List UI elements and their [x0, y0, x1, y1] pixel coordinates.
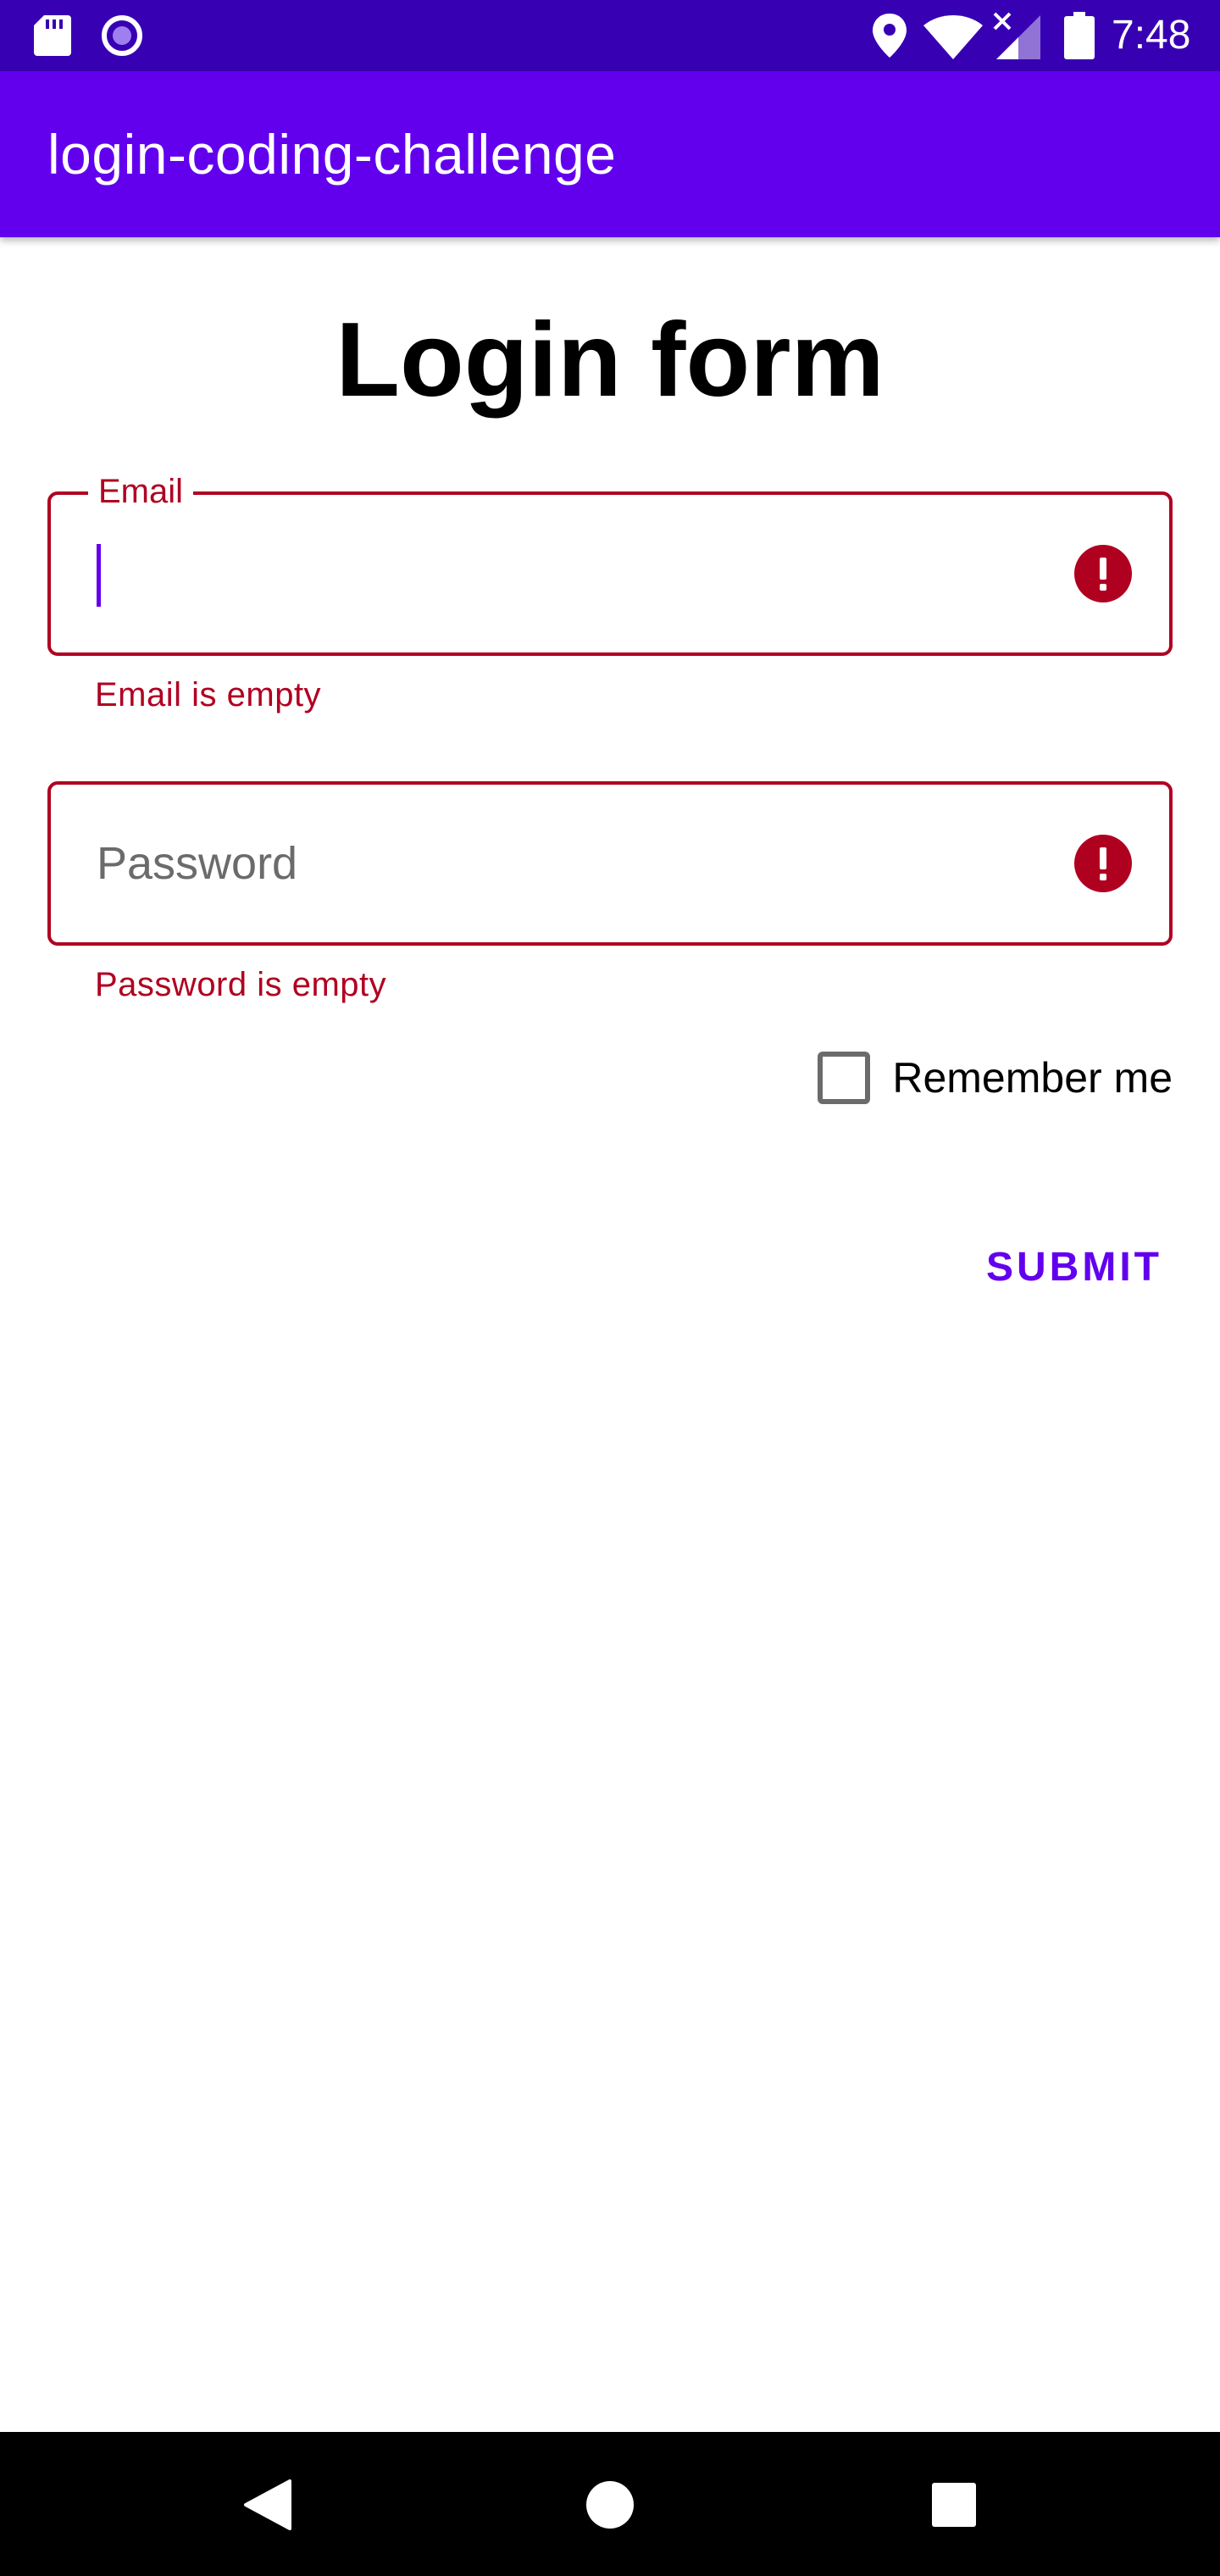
email-field[interactable]: Email — [47, 468, 1173, 656]
status-bar: 7:48 — [0, 0, 1220, 71]
back-icon[interactable] — [241, 2478, 295, 2532]
radio-icon — [102, 15, 142, 56]
battery-icon — [1064, 12, 1095, 59]
password-field[interactable]: Password — [47, 781, 1173, 946]
page-title: Login form — [336, 302, 884, 419]
app-bar: login-coding-challenge — [0, 71, 1220, 237]
wifi-icon — [923, 15, 983, 59]
home-icon[interactable] — [583, 2478, 637, 2532]
signal-icon — [993, 12, 1040, 59]
navigation-bar — [0, 2432, 1220, 2576]
remember-me-label[interactable]: Remember me — [892, 1047, 1173, 1108]
error-icon — [1074, 835, 1132, 892]
email-label: Email — [88, 468, 194, 515]
text-cursor — [97, 544, 101, 607]
sd-card-icon — [34, 15, 71, 56]
submit-button[interactable]: SUBMIT — [976, 1220, 1173, 1313]
status-time: 7:48 — [1112, 13, 1191, 58]
location-icon — [873, 14, 907, 58]
recents-icon[interactable] — [929, 2479, 979, 2530]
email-error-text: Email is empty — [95, 676, 322, 713]
password-error-text: Password is empty — [95, 966, 387, 1003]
error-icon — [1074, 545, 1132, 602]
password-placeholder: Password — [97, 838, 298, 889]
app-title: login-coding-challenge — [47, 123, 617, 186]
remember-me-checkbox[interactable] — [818, 1052, 871, 1104]
remember-me-row[interactable]: Remember me — [818, 1047, 1173, 1108]
